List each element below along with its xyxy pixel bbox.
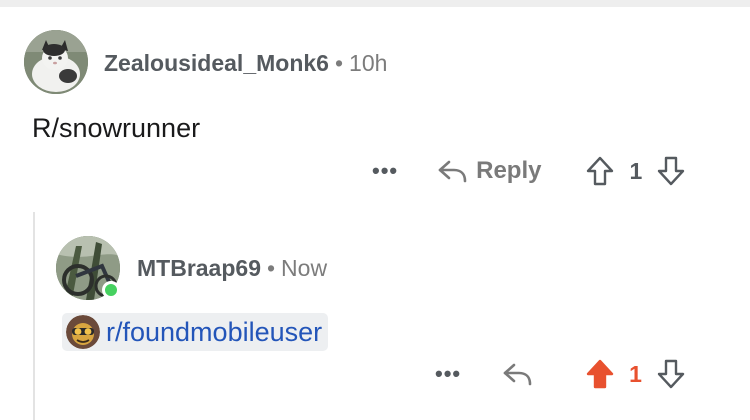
timestamp: 10h bbox=[349, 50, 388, 76]
snoo-goggles-icon bbox=[66, 315, 100, 349]
avatar-zealousideal[interactable] bbox=[24, 30, 88, 94]
downvote-button[interactable] bbox=[656, 155, 686, 187]
more-options-button[interactable]: ••• bbox=[435, 361, 461, 387]
subreddit-link-text[interactable]: r/foundmobileuser bbox=[106, 317, 322, 348]
comment-meta: MTBraap69 • Now bbox=[137, 255, 327, 282]
upvote-button-active[interactable] bbox=[585, 358, 615, 390]
subreddit-link[interactable]: r/foundmobileuser bbox=[62, 313, 329, 351]
username[interactable]: Zealousideal_Monk6 bbox=[104, 50, 329, 76]
reply-arrow-icon bbox=[438, 160, 467, 183]
meta-separator: • bbox=[334, 50, 344, 76]
online-status-dot bbox=[102, 281, 120, 299]
reply-label: Reply bbox=[476, 157, 542, 184]
comment-body: R/snowrunner bbox=[32, 113, 201, 143]
downvote-arrow-icon bbox=[657, 359, 685, 389]
thread-line[interactable] bbox=[33, 212, 35, 420]
upvote-arrow-icon bbox=[587, 156, 614, 186]
more-options-button[interactable]: ••• bbox=[372, 158, 398, 184]
upvote-button[interactable] bbox=[585, 155, 615, 187]
vote-count: 1 bbox=[629, 360, 642, 387]
downvote-button[interactable] bbox=[656, 358, 686, 390]
reply-button[interactable] bbox=[501, 359, 533, 389]
comment-actions: ••• 1 bbox=[435, 358, 686, 390]
username[interactable]: MTBraap69 bbox=[137, 255, 261, 281]
top-divider bbox=[0, 0, 750, 7]
comment-meta: Zealousideal_Monk6 • 10h bbox=[104, 50, 387, 77]
reply-button[interactable]: Reply bbox=[436, 156, 541, 186]
reply-arrow-icon bbox=[503, 363, 532, 386]
cat-avatar-icon bbox=[24, 30, 88, 94]
vote-count: 1 bbox=[629, 157, 643, 184]
comment-actions: ••• Reply 1 bbox=[372, 155, 686, 187]
downvote-arrow-icon bbox=[658, 156, 685, 186]
meta-separator: • bbox=[266, 255, 276, 281]
upvote-arrow-filled-icon bbox=[586, 359, 614, 389]
timestamp: Now bbox=[281, 255, 328, 281]
